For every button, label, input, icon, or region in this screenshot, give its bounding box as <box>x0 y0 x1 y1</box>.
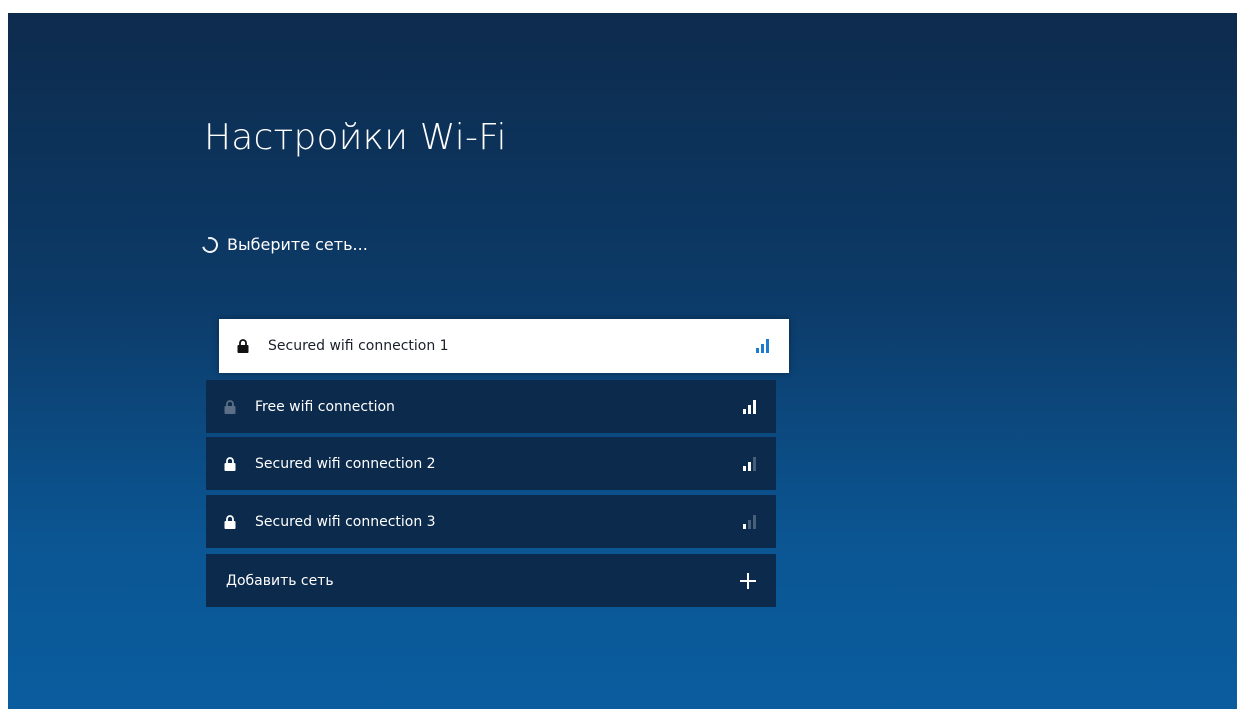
signal-strength-icon <box>756 339 769 353</box>
page-title: Настройки Wi-Fi <box>204 117 507 158</box>
network-item-secured-2[interactable]: Secured wifi connection 2 <box>206 437 776 490</box>
lock-icon <box>224 456 236 471</box>
network-name: Secured wifi connection 3 <box>255 513 436 530</box>
network-search-status: Выберите сеть... <box>199 233 368 256</box>
status-text: Выберите сеть... <box>227 235 368 254</box>
signal-strength-icon <box>743 399 756 414</box>
network-item-secured-1[interactable]: Secured wifi connection 1 <box>219 319 789 373</box>
plus-icon <box>740 572 756 589</box>
network-item-free[interactable]: Free wifi connection <box>206 380 776 433</box>
wifi-settings-screen: Настройки Wi-Fi Выберите сеть... Secured… <box>8 13 1237 709</box>
loading-spinner-icon <box>199 233 221 256</box>
add-network-label: Добавить сеть <box>226 572 334 589</box>
network-name: Secured wifi connection 2 <box>255 455 436 472</box>
signal-strength-icon <box>743 456 756 471</box>
network-name: Secured wifi connection 1 <box>268 338 449 354</box>
network-name: Free wifi connection <box>255 398 395 415</box>
lock-icon <box>237 339 249 353</box>
add-network-button[interactable]: Добавить сеть <box>206 554 776 607</box>
lock-icon <box>224 514 236 529</box>
network-item-secured-3[interactable]: Secured wifi connection 3 <box>206 495 776 548</box>
unlocked-icon <box>224 399 236 414</box>
signal-strength-icon <box>743 514 756 529</box>
